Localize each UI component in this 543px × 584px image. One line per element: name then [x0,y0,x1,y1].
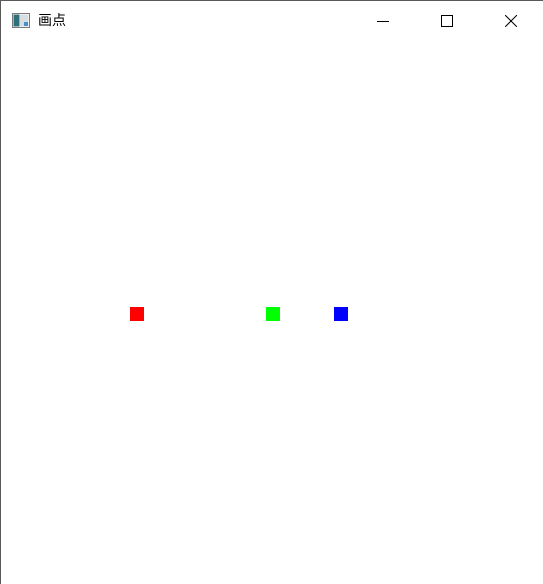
app-window: 画点 [0,0,543,584]
drawing-canvas[interactable] [1,41,543,584]
maximize-button[interactable] [415,1,479,41]
title-bar[interactable]: 画点 [1,1,543,41]
close-icon [505,15,517,27]
app-window-icon [12,13,30,28]
green-point [266,307,280,321]
minimize-icon [377,21,389,22]
minimize-button[interactable] [351,1,415,41]
maximize-icon [441,15,453,27]
red-point [130,307,144,321]
window-title: 画点 [38,13,66,29]
blue-point [334,307,348,321]
close-button[interactable] [479,1,543,41]
